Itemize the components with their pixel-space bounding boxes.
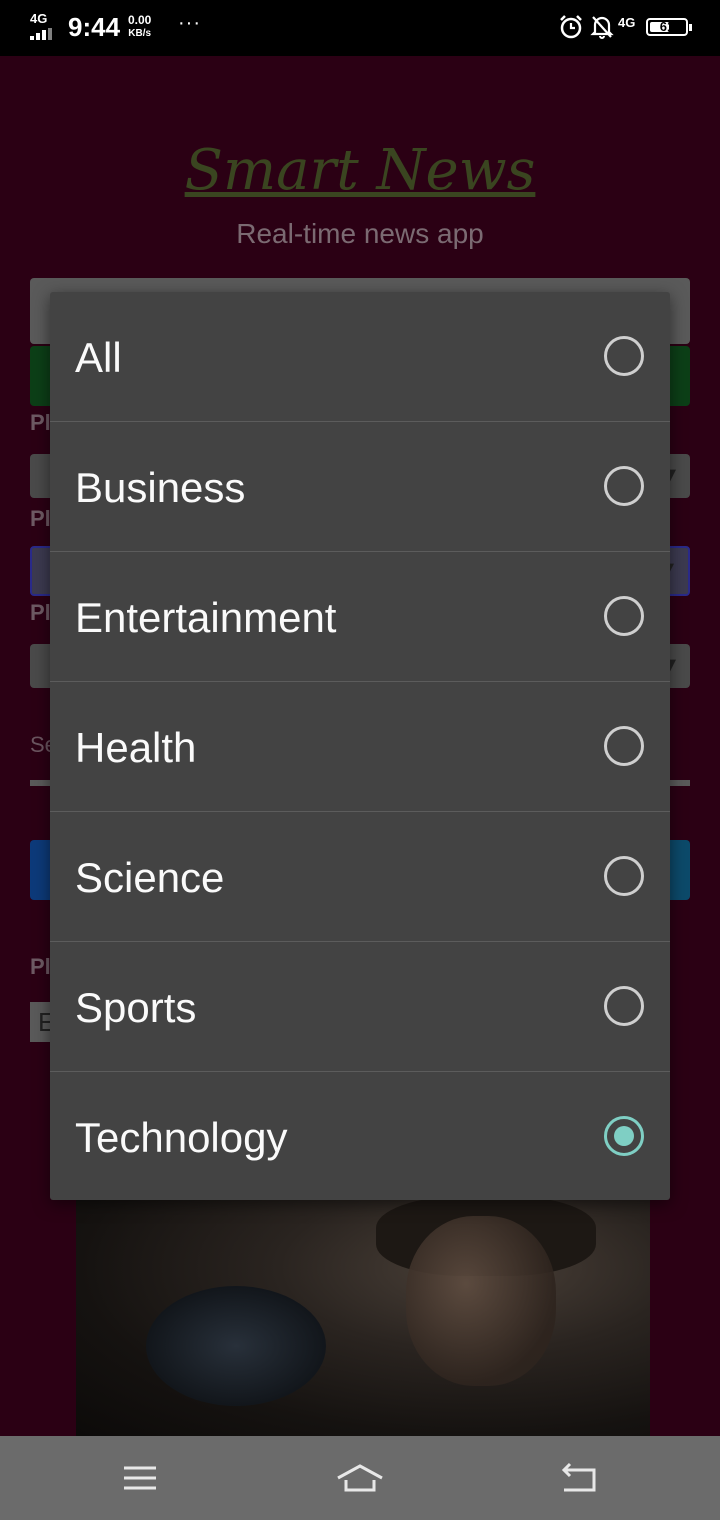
- news-image: [76, 1196, 650, 1436]
- field-label: Pl: [30, 600, 51, 625]
- option-label: Sports: [75, 984, 197, 1031]
- option-entertainment[interactable]: Entertainment: [50, 552, 670, 682]
- back-icon[interactable]: [550, 1458, 610, 1498]
- radio-checked-icon[interactable]: [604, 1116, 644, 1156]
- radio-dot: [614, 1126, 634, 1146]
- option-health[interactable]: Health: [50, 682, 670, 812]
- radio-unchecked-icon[interactable]: [604, 986, 644, 1026]
- option-technology[interactable]: Technology: [50, 1072, 670, 1200]
- radio-unchecked-icon[interactable]: [604, 856, 644, 896]
- network-type-right: 4G: [618, 15, 636, 30]
- radio-unchecked-icon[interactable]: [604, 596, 644, 636]
- speed-unit: KB/s: [128, 28, 152, 39]
- battery-cap: [689, 24, 692, 31]
- option-label: Health: [75, 724, 197, 771]
- alarm-icon: [560, 15, 582, 39]
- category-dialog: All Business Entertainment Health Scienc…: [50, 292, 670, 1200]
- option-sports[interactable]: Sports: [50, 942, 670, 1072]
- option-all[interactable]: All: [50, 292, 670, 422]
- option-label: Business: [75, 464, 246, 511]
- app-title: Smart News: [184, 138, 536, 203]
- speed-value: 0.00: [128, 13, 152, 27]
- field-label: Pl: [30, 954, 51, 979]
- status-bar: 4G 9:44 0.00 KB/s ··· 4G 61: [0, 0, 720, 56]
- field-label: Pl: [30, 410, 51, 435]
- radio-unchecked-icon[interactable]: [604, 336, 644, 376]
- navigation-bar: [0, 1436, 720, 1520]
- more-notifications-icon: ···: [178, 12, 201, 34]
- network-type: 4G: [30, 11, 48, 26]
- battery-level: 61: [659, 19, 675, 34]
- home-icon[interactable]: [330, 1458, 390, 1498]
- signal-icon: [30, 28, 58, 40]
- network-speed: 0.00 KB/s: [128, 14, 151, 40]
- option-label: Technology: [75, 1114, 288, 1161]
- option-business[interactable]: Business: [50, 422, 670, 552]
- option-label: All: [75, 334, 122, 381]
- battery-icon: 61: [646, 18, 692, 36]
- option-label: Entertainment: [75, 594, 337, 641]
- radio-unchecked-icon[interactable]: [604, 466, 644, 506]
- option-science[interactable]: Science: [50, 812, 670, 942]
- notifications-off-icon: [590, 16, 614, 39]
- menu-icon[interactable]: [110, 1458, 170, 1498]
- option-label: Science: [75, 854, 225, 901]
- field-label: Pl: [30, 506, 51, 531]
- clock-time: 9:44: [68, 12, 121, 42]
- app-subtitle: Real-time news app: [236, 218, 484, 249]
- radio-unchecked-icon[interactable]: [604, 726, 644, 766]
